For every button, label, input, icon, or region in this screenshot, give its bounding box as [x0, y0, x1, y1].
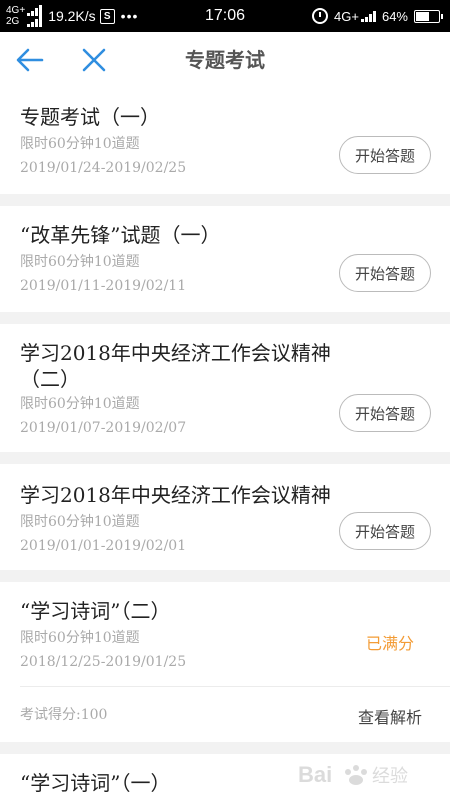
- status-bar: 4G+ 2G 19.2K/s S ••• 17:06 4G+ 64%: [0, 0, 450, 32]
- network-right-label: 4G+: [334, 8, 359, 24]
- exam-time-limit: 限时60分钟10道题: [20, 514, 140, 530]
- exam-time-limit: 限时60分钟10道题: [20, 254, 140, 270]
- exam-title: “改革先锋”试题（一）: [20, 223, 221, 247]
- exam-title: “学习诗词”（二）: [20, 599, 171, 623]
- start-exam-button[interactable]: 开始答题: [339, 512, 431, 550]
- alarm-icon: [312, 8, 329, 24]
- exam-card: 学习2018年中央经济工作会议精神（二） 限时60分钟10道题 2019/01/…: [0, 324, 450, 452]
- exam-date-range: 2019/01/07-2019/02/07: [20, 420, 187, 436]
- exam-time-limit: 限时60分钟10道题: [20, 396, 140, 412]
- exam-date-range: 2018/12/25-2019/01/25: [20, 654, 187, 670]
- exam-card: 学习2018年中央经济工作会议精神 限时60分钟10道题 2019/01/01-…: [0, 464, 450, 570]
- start-exam-button[interactable]: 开始答题: [339, 394, 431, 432]
- exam-time-limit: 限时60分钟10道题: [20, 136, 140, 152]
- start-exam-button[interactable]: 开始答题: [339, 136, 431, 174]
- close-icon: [82, 48, 106, 72]
- battery-icon: [414, 9, 443, 23]
- card-divider: [20, 686, 450, 687]
- view-analysis-link[interactable]: 查看解析: [358, 704, 422, 728]
- exam-title: “学习诗词”（一）: [20, 771, 171, 795]
- exam-date-range: 2019/01/24-2019/02/25: [20, 160, 187, 176]
- battery-fill: [416, 11, 429, 21]
- status-right: 4G+ 64%: [312, 0, 443, 32]
- exam-time-limit: 限时60分钟10道题: [20, 630, 140, 646]
- back-button[interactable]: [14, 44, 46, 76]
- battery-percent: 64%: [381, 8, 408, 24]
- nav-header: 专题考试: [0, 32, 450, 88]
- close-button[interactable]: [78, 44, 110, 76]
- exam-title: 学习2018年中央经济工作会议精神（二）: [20, 341, 331, 391]
- exam-title: 学习2018年中央经济工作会议精神: [20, 483, 331, 507]
- exam-score: 考试得分:100: [20, 707, 108, 723]
- signal-icon: [360, 10, 376, 22]
- exam-card-completed: “学习诗词”（二） 限时60分钟10道题 2018/12/25-2019/01/…: [0, 582, 450, 742]
- start-exam-button[interactable]: 开始答题: [339, 254, 431, 292]
- full-score-badge: 已满分: [365, 634, 414, 653]
- exam-card: 专题考试（一） 限时60分钟10道题 2019/01/24-2019/02/25…: [0, 88, 450, 194]
- exam-date-range: 2019/01/11-2019/02/11: [20, 278, 187, 294]
- exam-date-range: 2019/01/01-2019/02/01: [20, 538, 187, 554]
- exam-card: “学习诗词”（一）: [0, 754, 450, 800]
- arrow-left-icon: [16, 48, 44, 72]
- page-title: 专题考试: [185, 48, 265, 72]
- exam-card: “改革先锋”试题（一） 限时60分钟10道题 2019/01/11-2019/0…: [0, 206, 450, 312]
- exam-title: 专题考试（一）: [20, 105, 160, 129]
